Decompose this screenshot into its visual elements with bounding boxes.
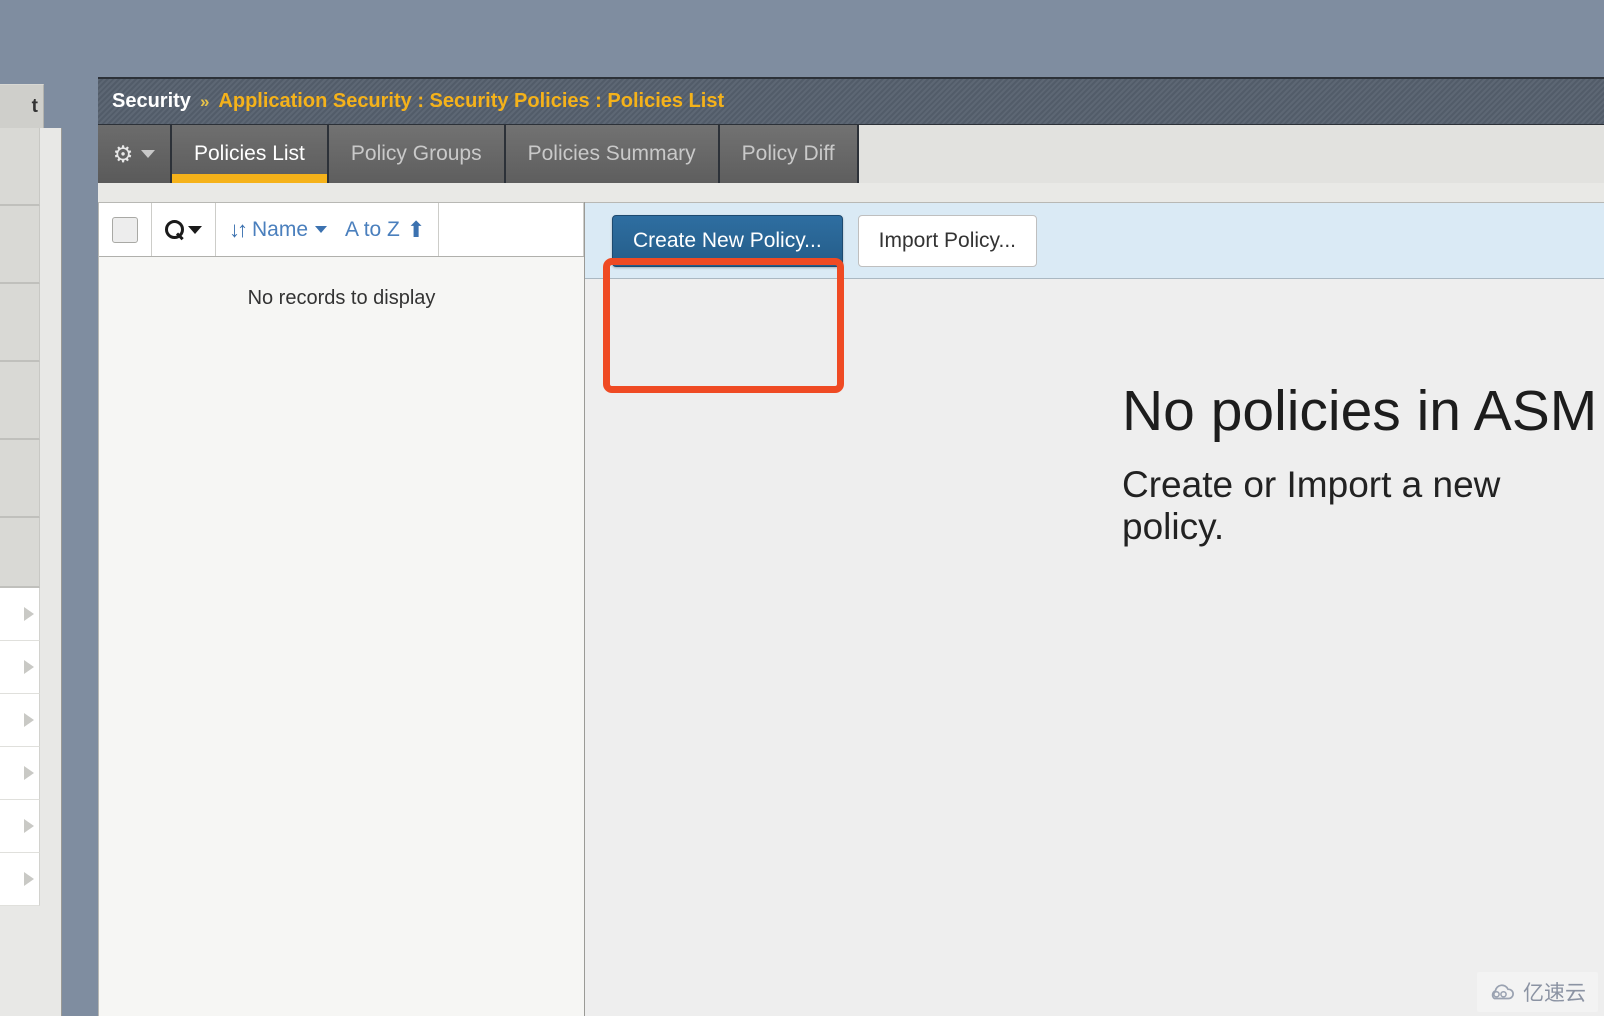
watermark-text: 亿速云 <box>1523 981 1586 1005</box>
triangle-right-icon <box>24 713 34 727</box>
rail-body <box>0 128 62 1016</box>
cloud-icon <box>1487 982 1517 1002</box>
rail-list-item[interactable] <box>0 747 40 800</box>
rail-list-item[interactable] <box>0 641 40 694</box>
policy-detail-panel: Create New Policy... Import Policy... No… <box>585 202 1604 1016</box>
tab-policies-summary[interactable]: Policies Summary <box>505 125 720 183</box>
rail-list-item[interactable] <box>0 853 40 906</box>
chevron-down-icon <box>315 226 328 233</box>
list-empty-message: No records to display <box>99 257 584 1016</box>
breadcrumb-root[interactable]: Security <box>112 90 191 113</box>
sort-direction-toggle[interactable]: A to Z ⬆ <box>345 218 425 242</box>
search-icon <box>165 220 184 239</box>
chevron-down-icon <box>188 225 202 234</box>
empty-state-subtitle: Create or Import a new policy. <box>1122 463 1501 547</box>
tab-strip-shadow <box>98 183 1604 202</box>
arrow-up-icon: ⬆ <box>406 216 426 242</box>
toolbar-spacer <box>439 203 584 256</box>
create-new-policy-button[interactable]: Create New Policy... <box>612 214 843 267</box>
tab-label: Policy Diff <box>741 142 835 165</box>
tab-policies-list[interactable]: Policies List <box>172 125 329 183</box>
tab-label: Policies List <box>194 142 305 165</box>
triangle-right-icon <box>24 607 34 621</box>
rail-section[interactable] <box>0 362 40 440</box>
breadcrumb-path: Application Security : Security Policies… <box>218 90 725 112</box>
rail-section[interactable] <box>0 440 40 518</box>
rail-clipped-tab[interactable]: t <box>0 84 44 128</box>
rail-section[interactable] <box>0 128 40 206</box>
sort-field-selector[interactable]: ↓↑ Name <box>229 216 328 242</box>
breadcrumb-separator-icon: » <box>199 91 210 111</box>
list-toolbar: ↓↑ Name A to Z ⬆ <box>99 202 584 257</box>
empty-state-title: No policies in ASM <box>1122 379 1598 443</box>
tab-label: Policies Summary <box>527 142 696 165</box>
content-split: ↓↑ Name A to Z ⬆ No records to display C… <box>98 202 1604 1016</box>
tab-policy-groups[interactable]: Policy Groups <box>328 125 506 183</box>
search-button[interactable] <box>165 220 202 239</box>
import-policy-button[interactable]: Import Policy... <box>857 214 1037 267</box>
policies-list-panel: ↓↑ Name A to Z ⬆ No records to display <box>98 202 585 1016</box>
select-all-checkbox[interactable] <box>112 216 138 243</box>
triangle-right-icon <box>24 819 34 833</box>
gear-icon: ⚙ <box>112 140 134 167</box>
left-navigation-rail: t <box>0 0 62 1016</box>
triangle-right-icon <box>24 766 34 780</box>
sort-cell: ↓↑ Name A to Z ⬆ <box>216 203 440 256</box>
breadcrumb: Security » Application Security : Securi… <box>98 77 1604 125</box>
sort-direction-label: A to Z <box>345 217 400 241</box>
tab-policy-diff[interactable]: Policy Diff <box>719 125 859 183</box>
triangle-right-icon <box>24 660 34 674</box>
rail-list-item[interactable] <box>0 588 40 641</box>
rail-section[interactable] <box>0 518 40 588</box>
policy-action-bar: Create New Policy... Import Policy... <box>585 203 1604 279</box>
tab-strip: ⚙ Policies List Policy Groups Policies S… <box>98 125 1604 183</box>
rail-list-item[interactable] <box>0 800 40 853</box>
chevron-down-icon <box>141 150 156 158</box>
sort-updown-icon: ↓↑ <box>229 216 248 242</box>
empty-state: No policies in ASM Create or Import a ne… <box>585 279 1604 1016</box>
settings-menu-button[interactable]: ⚙ <box>98 125 172 183</box>
tab-strip-filler <box>858 125 1604 183</box>
rail-list-item[interactable] <box>0 694 40 747</box>
sort-field-label: Name <box>252 217 309 241</box>
search-cell <box>152 203 216 256</box>
tab-label: Policy Groups <box>350 142 482 165</box>
triangle-right-icon <box>24 872 34 886</box>
application-frame: Security » Application Security : Securi… <box>98 77 1604 1016</box>
watermark: 亿速云 <box>1477 972 1598 1012</box>
select-all-cell <box>99 203 152 256</box>
rail-section[interactable] <box>0 284 40 362</box>
rail-section[interactable] <box>0 206 40 284</box>
